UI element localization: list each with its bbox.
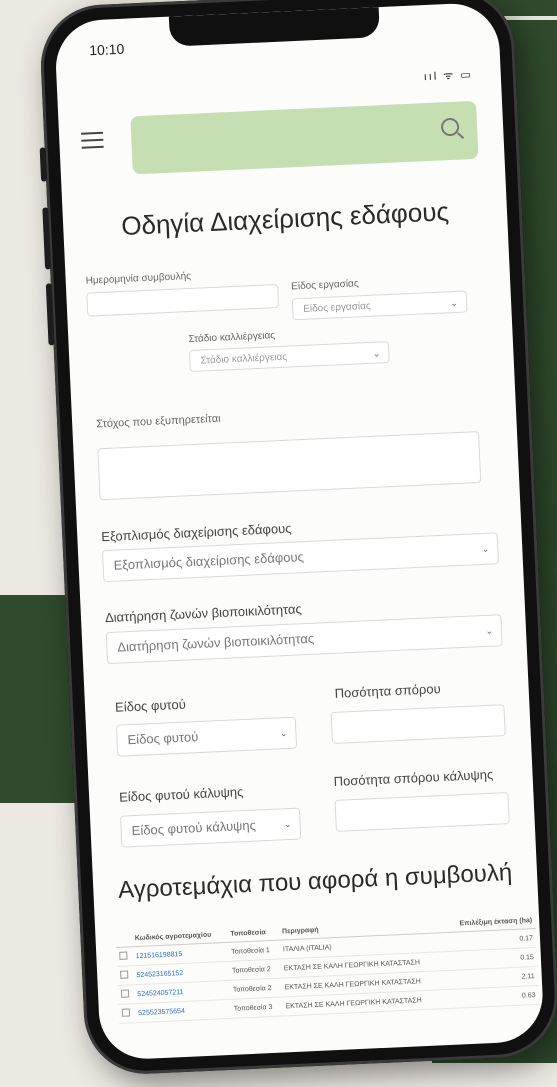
stage-value: Στάδιο καλλιέργειας [200,351,288,367]
plant-value: Είδος φυτού [127,729,199,748]
status-time: 10:10 [88,40,125,59]
volume-down-button [45,283,55,346]
goal-label: Στόχος που εξυπηρετείται [95,412,221,431]
parcel-code-link[interactable]: 525523575654 [134,999,232,1023]
menu-icon[interactable] [80,131,104,149]
cover-plant-value: Είδος φυτού κάλυψης [131,817,257,839]
work-type-select[interactable]: Είδος εργασίας ⌄ [291,290,468,321]
parcel-location: Τοποθεσία 2 [228,959,282,981]
row-checkbox[interactable] [119,951,128,960]
cover-plant-label: Είδος φυτού κάλυψης [118,784,244,805]
biodiversity-value: Διατήρηση ζωνών βιοποικιλότητας [117,630,315,655]
goal-textarea[interactable] [97,431,482,501]
phone-screen: 10:10 ııl ᯤ ▭ Οδηγία Διαχείρισης εδάφους… [53,1,545,1061]
plant-label: Είδος φυτού [114,696,187,715]
chevron-down-icon: ⌄ [283,818,292,830]
seed-quantity-label: Ποσότητα σπόρου [334,681,442,701]
status-icons: ııl ᯤ ▭ [423,68,474,84]
chevron-down-icon: ⌄ [450,297,459,309]
work-type-label: Είδος εργασίας [290,278,359,293]
date-label: Ημερομηνία συμβουλής [85,270,192,287]
date-field[interactable] [86,283,280,317]
parcel-area: 0.63 [446,985,539,1009]
cover-seed-quantity-label: Ποσότητα σπόρου κάλυψης [333,766,494,789]
chevron-down-icon: ⌄ [279,728,288,739]
stage-label: Στάδιο καλλιέργειας [188,330,276,346]
biodiversity-label: Διατήρηση ζωνών βιοποικιλότητας [104,601,303,626]
smartphone: 10:10 ııl ᯤ ▭ Οδηγία Διαχείρισης εδάφους… [38,0,557,1086]
cover-plant-select[interactable]: Είδος φυτού κάλυψης ⌄ [120,807,302,848]
chevron-down-icon: ⌄ [481,543,490,555]
search-icon[interactable] [440,117,460,137]
stage-select[interactable]: Στάδιο καλλιέργειας ⌄ [188,341,390,373]
parcels-title: Αγροτεμάχια που αφορά η συμβουλή [117,858,513,904]
work-type-value: Είδος εργασίας [302,300,371,315]
row-checkbox[interactable] [121,1008,131,1017]
phone-body: 10:10 ııl ᯤ ▭ Οδηγία Διαχείρισης εδάφους… [38,0,557,1077]
row-checkbox[interactable] [120,970,129,979]
equipment-value: Εξοπλισμός διαχείρισης εδάφους [113,549,305,573]
row-checkbox[interactable] [120,989,130,998]
notch [168,7,380,47]
chevron-down-icon: ⌄ [485,625,494,636]
plant-select[interactable]: Είδος φυτού ⌄ [115,716,298,757]
equipment-label: Εξοπλισμός διαχείρισης εδάφους [100,520,292,545]
parcel-location: Τοποθεσία 2 [229,978,283,1000]
column-header [115,931,133,948]
parcel-location: Τοποθεσία 1 [227,940,281,962]
parcel-location: Τοποθεσία 3 [230,997,283,1019]
parcels-table: Κωδικός αγροτεμαχίου Τοποθεσία Περιγραφή… [115,912,539,1024]
cover-seed-quantity-field[interactable] [334,792,510,832]
volume-up-button [42,207,52,270]
page-title: Οδηγία Διαχείρισης εδάφους [120,196,450,242]
mute-switch [39,147,48,182]
chevron-down-icon: ⌄ [372,348,381,359]
seed-quantity-field[interactable] [330,704,506,745]
search-bar[interactable] [130,100,479,175]
